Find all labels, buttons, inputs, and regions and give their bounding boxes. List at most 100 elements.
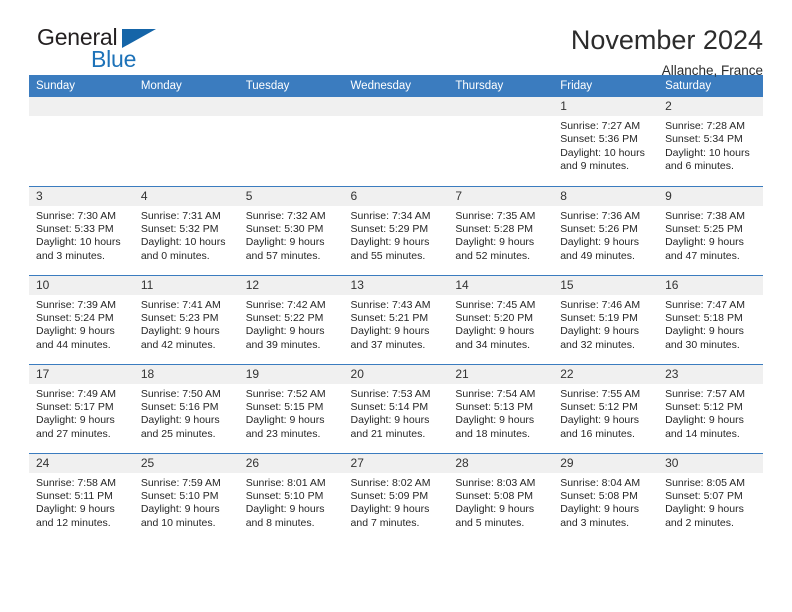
sunrise-time: Sunrise: 7:47 AM: [665, 298, 746, 311]
calendar-day-cell[interactable]: 5 Sunrise: 7:32 AM Sunset: 5:30 PM Daylight…: [238, 185, 344, 275]
general-blue-logo[interactable]: General Blue: [29, 26, 159, 74]
daylight-duration-line2: and 16 minutes.: [560, 427, 635, 440]
daylight-duration-line1: Daylight: 9 hours: [245, 325, 325, 338]
daylight-duration-line2: and 6 minutes.: [665, 160, 734, 173]
sunset-time: Sunset: 5:17 PM: [36, 400, 114, 413]
sunrise-time: Sunrise: 7:32 AM: [245, 209, 326, 222]
calendar-day-cell-empty: [133, 97, 239, 186]
daylight-duration-line1: Daylight: 9 hours: [455, 414, 535, 427]
sunrise-time: Sunrise: 7:59 AM: [140, 476, 221, 489]
day-number: 18: [133, 364, 239, 384]
calendar-day-cell[interactable]: 18 Sunrise: 7:50 AM Sunset: 5:16 PM Dayligh…: [133, 363, 239, 453]
sunset-time: Sunset: 5:07 PM: [665, 489, 743, 502]
sunset-time: Sunset: 5:23 PM: [140, 311, 219, 324]
day-details: Sunrise: 7:38 AM Sunset: 5:25 PM Daylight:…: [658, 206, 763, 264]
day-details: Sunrise: 7:52 AM Sunset: 5:15 PM Daylight:…: [239, 384, 344, 442]
sunset-time: Sunset: 5:15 PM: [245, 400, 324, 413]
daylight-duration-line2: and 30 minutes.: [665, 338, 740, 351]
day-number: [238, 97, 344, 116]
calendar-day-cell[interactable]: 9 Sunrise: 7:38 AM Sunset: 5:25 PM Daylight…: [658, 185, 763, 275]
daylight-duration-line1: Daylight: 9 hours: [665, 503, 744, 516]
daylight-duration-line1: Daylight: 9 hours: [350, 325, 430, 338]
calendar-day-cell[interactable]: 21 Sunrise: 7:54 AM Sunset: 5:13 PM Dayligh…: [448, 363, 554, 453]
sunrise-time: Sunrise: 7:41 AM: [140, 298, 221, 311]
day-details: Sunrise: 7:49 AM Sunset: 5:17 PM Daylight:…: [29, 384, 134, 442]
calendar-day-cell[interactable]: 3 Sunrise: 7:30 AM Sunset: 5:33 PM Daylight…: [29, 185, 134, 275]
calendar-day-cell[interactable]: 29 Sunrise: 8:04 AM Sunset: 5:08 PM Dayligh…: [553, 452, 659, 542]
day-number: 15: [553, 275, 659, 295]
day-number: [29, 97, 134, 116]
page-title: November 2024: [570, 25, 763, 55]
daylight-duration-line2: and 7 minutes.: [350, 516, 420, 529]
daylight-duration-line1: Daylight: 9 hours: [665, 236, 744, 249]
day-details: Sunrise: 7:41 AM Sunset: 5:23 PM Daylight:…: [134, 295, 239, 353]
daylight-duration-line2: and 37 minutes.: [350, 338, 426, 351]
daylight-duration-line1: Daylight: 9 hours: [140, 325, 220, 338]
day-number: [343, 97, 449, 116]
sunset-time: Sunset: 5:20 PM: [455, 311, 534, 324]
sunset-time: Sunset: 5:26 PM: [560, 222, 638, 235]
sunset-time: Sunset: 5:08 PM: [560, 489, 638, 502]
sunrise-time: Sunrise: 8:03 AM: [455, 476, 536, 489]
calendar-day-cell[interactable]: 28 Sunrise: 8:03 AM Sunset: 5:08 PM Dayligh…: [448, 452, 554, 542]
day-details: Sunrise: 7:59 AM Sunset: 5:10 PM Daylight:…: [134, 473, 239, 531]
daylight-duration-line1: Daylight: 9 hours: [665, 325, 744, 338]
day-details: Sunrise: 8:01 AM Sunset: 5:10 PM Daylight:…: [239, 473, 344, 531]
calendar-day-cell[interactable]: 22 Sunrise: 7:55 AM Sunset: 5:12 PM Dayligh…: [553, 363, 659, 453]
calendar-day-cell[interactable]: 14 Sunrise: 7:45 AM Sunset: 5:20 PM Dayligh…: [448, 274, 554, 364]
sunset-time: Sunset: 5:12 PM: [560, 400, 638, 413]
daylight-duration-line2: and 55 minutes.: [350, 249, 426, 262]
calendar-day-cell[interactable]: 17 Sunrise: 7:49 AM Sunset: 5:17 PM Dayligh…: [29, 363, 134, 453]
calendar-day-cell[interactable]: 15 Sunrise: 7:46 AM Sunset: 5:19 PM Dayligh…: [553, 274, 659, 364]
day-number: 25: [133, 453, 239, 473]
day-details: Sunrise: 8:03 AM Sunset: 5:08 PM Daylight:…: [448, 473, 553, 531]
calendar-day-cell[interactable]: 13 Sunrise: 7:43 AM Sunset: 5:21 PM Dayligh…: [343, 274, 449, 364]
calendar-day-cell[interactable]: 24 Sunrise: 7:58 AM Sunset: 5:11 PM Dayligh…: [29, 452, 134, 542]
daylight-duration-line2: and 27 minutes.: [36, 427, 111, 440]
calendar-day-cell[interactable]: 16 Sunrise: 7:47 AM Sunset: 5:18 PM Dayligh…: [658, 274, 763, 364]
calendar-day-cell[interactable]: 19 Sunrise: 7:52 AM Sunset: 5:15 PM Dayligh…: [238, 363, 344, 453]
calendar-day-cell[interactable]: 6 Sunrise: 7:34 AM Sunset: 5:29 PM Daylight…: [343, 185, 449, 275]
calendar-day-cell[interactable]: 25 Sunrise: 7:59 AM Sunset: 5:10 PM Dayligh…: [133, 452, 239, 542]
calendar-day-cell[interactable]: 23 Sunrise: 7:57 AM Sunset: 5:12 PM Dayligh…: [658, 363, 763, 453]
day-number: 16: [658, 275, 763, 295]
daylight-duration-line2: and 8 minutes.: [245, 516, 315, 529]
sunset-time: Sunset: 5:19 PM: [560, 311, 638, 324]
sunrise-time: Sunrise: 7:57 AM: [665, 387, 746, 400]
page-header: General Blue November 2024 Allanche, Fra…: [29, 0, 763, 79]
daylight-duration-line2: and 21 minutes.: [350, 427, 426, 440]
calendar-day-cell[interactable]: 26 Sunrise: 8:01 AM Sunset: 5:10 PM Dayligh…: [238, 452, 344, 542]
day-details: Sunrise: 7:57 AM Sunset: 5:12 PM Daylight:…: [658, 384, 763, 442]
calendar-week-row: 24 Sunrise: 7:58 AM Sunset: 5:11 PM Dayligh…: [29, 452, 763, 542]
calendar-day-cell[interactable]: 30 Sunrise: 8:05 AM Sunset: 5:07 PM Dayligh…: [658, 452, 763, 542]
daylight-duration-line2: and 12 minutes.: [36, 516, 111, 529]
daylight-duration-line2: and 2 minutes.: [665, 516, 734, 529]
calendar-day-cell[interactable]: 7 Sunrise: 7:35 AM Sunset: 5:28 PM Daylight…: [448, 185, 554, 275]
daylight-duration-line1: Daylight: 9 hours: [140, 414, 220, 427]
day-details: Sunrise: 8:05 AM Sunset: 5:07 PM Daylight:…: [658, 473, 763, 531]
day-number: 24: [29, 453, 134, 473]
daylight-duration-line1: Daylight: 9 hours: [36, 503, 115, 516]
calendar-day-cell[interactable]: 4 Sunrise: 7:31 AM Sunset: 5:32 PM Daylight…: [133, 185, 239, 275]
calendar-day-cell[interactable]: 11 Sunrise: 7:41 AM Sunset: 5:23 PM Dayligh…: [133, 274, 239, 364]
calendar-day-cell[interactable]: 2 Sunrise: 7:28 AM Sunset: 5:34 PM Daylight…: [658, 97, 763, 186]
daylight-duration-line1: Daylight: 10 hours: [665, 146, 750, 159]
calendar-day-cell[interactable]: 12 Sunrise: 7:42 AM Sunset: 5:22 PM Dayligh…: [238, 274, 344, 364]
day-number: [133, 97, 239, 116]
daylight-duration-line2: and 3 minutes.: [560, 516, 630, 529]
daylight-duration-line2: and 32 minutes.: [560, 338, 635, 351]
calendar-day-cell[interactable]: 27 Sunrise: 8:02 AM Sunset: 5:09 PM Dayligh…: [343, 452, 449, 542]
day-number: 29: [553, 453, 659, 473]
calendar-day-cell[interactable]: 20 Sunrise: 7:53 AM Sunset: 5:14 PM Dayligh…: [343, 363, 449, 453]
daylight-duration-line1: Daylight: 9 hours: [350, 414, 430, 427]
sunrise-time: Sunrise: 7:54 AM: [455, 387, 536, 400]
day-number: 19: [238, 364, 344, 384]
calendar-day-cell[interactable]: 8 Sunrise: 7:36 AM Sunset: 5:26 PM Daylight…: [553, 185, 659, 275]
day-details: Sunrise: 7:42 AM Sunset: 5:22 PM Daylight:…: [239, 295, 344, 353]
day-details: Sunrise: 7:47 AM Sunset: 5:18 PM Daylight:…: [658, 295, 763, 353]
daylight-duration-line1: Daylight: 9 hours: [560, 236, 640, 249]
sunrise-time: Sunrise: 7:27 AM: [560, 120, 641, 132]
day-details: Sunrise: 7:55 AM Sunset: 5:12 PM Daylight:…: [553, 384, 658, 442]
calendar-day-cell[interactable]: 10 Sunrise: 7:39 AM Sunset: 5:24 PM Dayligh…: [29, 274, 134, 364]
calendar-day-cell[interactable]: 1 Sunrise: 7:27 AM Sunset: 5:36 PM Daylight…: [553, 97, 659, 186]
